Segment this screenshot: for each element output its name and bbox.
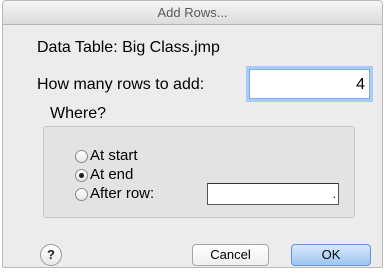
data-table-label: Data Table: Big Class.jmp [37,39,220,56]
rows-to-add-input[interactable]: 4 [249,69,370,99]
radio-at-end[interactable]: At end [75,165,133,185]
after-row-input[interactable]: . [207,183,339,205]
radio-button[interactable] [75,149,88,163]
radio-at-start[interactable]: At start [75,146,138,166]
radio-button[interactable] [75,187,88,201]
window-title: Add Rows... [3,1,382,25]
add-rows-dialog: Add Rows... Data Table: Big Class.jmp Ho… [2,0,383,268]
ok-button[interactable]: OK [291,244,371,266]
cancel-button[interactable]: Cancel [192,244,269,266]
rows-to-add-label: How many rows to add: [37,76,205,93]
radio-at-start-label: At start [90,147,138,164]
radio-after-row-label: After row: [90,185,155,202]
radio-at-end-label: At end [90,166,134,183]
where-label: Where? [50,105,107,122]
radio-button-selected[interactable] [75,168,88,182]
help-button[interactable]: ? [40,244,62,266]
rows-to-add-value: 4 [356,76,365,93]
radio-after-row[interactable]: After row: [75,184,154,204]
after-row-value: . [332,187,336,201]
